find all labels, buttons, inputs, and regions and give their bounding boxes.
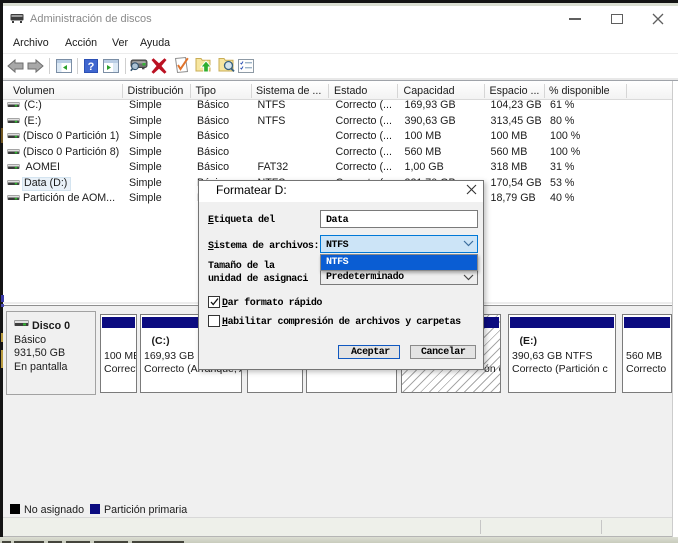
svg-text:?: ?	[88, 61, 95, 73]
